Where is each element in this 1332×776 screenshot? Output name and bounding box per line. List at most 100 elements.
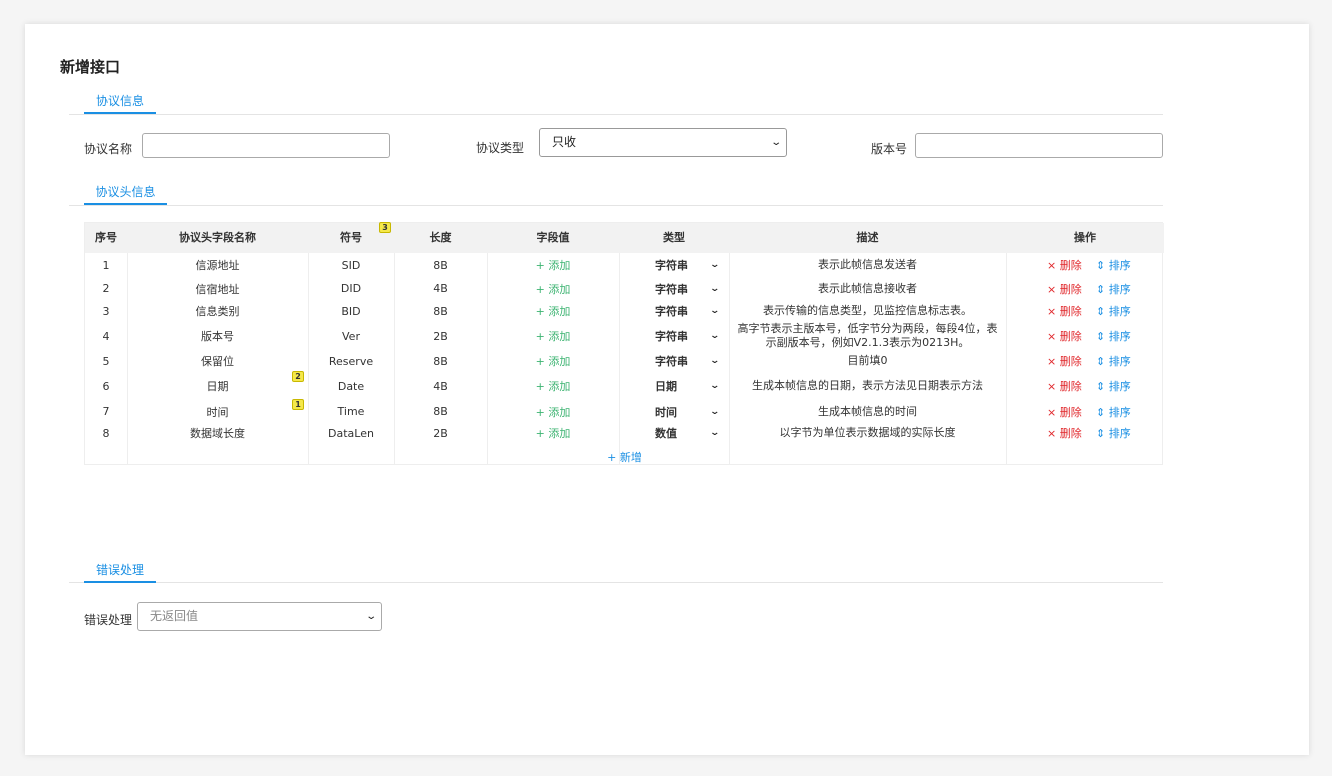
sort-row-link[interactable]: ⇕ 排序: [1096, 303, 1131, 319]
sort-row-link[interactable]: ⇕ 排序: [1096, 257, 1131, 273]
delete-row-link[interactable]: × 删除: [1047, 328, 1082, 344]
delete-row-link[interactable]: × 删除: [1047, 353, 1082, 369]
tab-protocol-info[interactable]: 协议信息: [84, 88, 156, 114]
type-value: 字符串: [655, 259, 688, 272]
field-length[interactable]: 8B: [394, 350, 487, 372]
marker-badge: 3: [379, 222, 391, 233]
field-name[interactable]: 信源地址: [127, 253, 308, 277]
field-name[interactable]: 数据域长度: [127, 423, 308, 443]
chevron-down-icon: ⌄: [709, 381, 721, 391]
field-length[interactable]: 8B: [394, 400, 487, 423]
type-select[interactable]: 字符串 ⌄: [619, 300, 729, 322]
table-row: 1 信源地址 SID 8B + 添加 字符串 ⌄ 表示此帧信息发送者 × 删除 ⇕ 排序: [85, 253, 1164, 277]
sort-row-link[interactable]: ⇕ 排序: [1096, 425, 1131, 441]
row-number: 7: [102, 405, 110, 418]
chevron-down-icon: ⌄: [709, 428, 721, 438]
add-row-button[interactable]: + 新增: [85, 449, 1164, 465]
field-symbol[interactable]: DID: [308, 277, 394, 300]
delete-row-link[interactable]: × 删除: [1047, 378, 1082, 394]
error-handling-select[interactable]: 无返回值 ⌄: [137, 602, 382, 631]
field-length[interactable]: 8B: [394, 253, 487, 277]
field-symbol[interactable]: Reserve: [308, 350, 394, 372]
table-row: 6 日期 Date 4B + 添加 日期 ⌄ 生成本帧信息的日期，表示方法见日期表示方法 × 删…: [85, 372, 1164, 400]
chevron-down-icon: ⌄: [709, 331, 721, 341]
marker-badge: 2: [292, 371, 304, 382]
sort-row-link[interactable]: ⇕ 排序: [1096, 281, 1131, 297]
version-input[interactable]: [915, 133, 1163, 158]
field-description[interactable]: 生成本帧信息的日期，表示方法见日期表示方法: [729, 372, 1006, 400]
col-header-desc: 描述: [856, 231, 879, 244]
col-header-value: 字段值: [536, 231, 570, 244]
type-select[interactable]: 时间 ⌄: [619, 400, 729, 423]
section-divider: [69, 205, 1163, 206]
table-header: 序号 协议头字段名称 符号 长度 字段值 类型 描述 操作: [85, 223, 1164, 253]
sort-row-link[interactable]: ⇕ 排序: [1096, 378, 1131, 394]
field-symbol[interactable]: Date: [308, 372, 394, 400]
field-symbol[interactable]: SID: [308, 253, 394, 277]
field-description[interactable]: 表示此帧信息接收者: [729, 277, 1006, 300]
field-length[interactable]: 8B: [394, 300, 487, 322]
type-value: 字符串: [655, 282, 688, 296]
field-description[interactable]: 高字节表示主版本号，低字节分为两段，每段4位，表示副版本号，例如V2.1.3表示…: [729, 322, 1006, 350]
type-value: 时间: [655, 405, 677, 419]
delete-row-link[interactable]: × 删除: [1047, 281, 1082, 297]
row-actions: × 删除 ⇕ 排序: [1006, 253, 1164, 277]
add-value-link[interactable]: + 添加: [487, 372, 619, 400]
field-length[interactable]: 2B: [394, 423, 487, 443]
field-symbol[interactable]: Ver: [308, 322, 394, 350]
chevron-down-icon: ⌄: [709, 260, 721, 270]
field-description[interactable]: 生成本帧信息的时间: [729, 400, 1006, 423]
sort-row-link[interactable]: ⇕ 排序: [1096, 328, 1131, 344]
type-select[interactable]: 字符串 ⌄: [619, 350, 729, 372]
field-length[interactable]: 2B: [394, 322, 487, 350]
row-actions: × 删除 ⇕ 排序: [1006, 372, 1164, 400]
protocol-name-input[interactable]: [142, 133, 390, 158]
protocol-type-select[interactable]: 只收 ⌄: [539, 128, 787, 157]
sort-row-link[interactable]: ⇕ 排序: [1096, 404, 1131, 420]
field-symbol[interactable]: Time: [308, 400, 394, 423]
add-value-link[interactable]: + 添加: [487, 277, 619, 300]
delete-row-link[interactable]: × 删除: [1047, 257, 1082, 273]
field-name[interactable]: 时间: [127, 400, 308, 423]
sort-row-link[interactable]: ⇕ 排序: [1096, 353, 1131, 369]
field-symbol[interactable]: DataLen: [308, 423, 394, 443]
table-row: 5 保留位 Reserve 8B + 添加 字符串 ⌄ 目前填0 × 删除 ⇕ 排序: [85, 350, 1164, 372]
col-header-name: 协议头字段名称: [179, 231, 256, 244]
delete-row-link[interactable]: × 删除: [1047, 404, 1082, 420]
field-name[interactable]: 版本号: [127, 322, 308, 350]
field-description[interactable]: 目前填0: [729, 350, 1006, 372]
type-select[interactable]: 数值 ⌄: [619, 423, 729, 443]
field-description[interactable]: 以字节为单位表示数据域的实际长度: [729, 423, 1006, 443]
field-length[interactable]: 4B: [394, 372, 487, 400]
field-name[interactable]: 信宿地址: [127, 277, 308, 300]
add-value-link[interactable]: + 添加: [487, 322, 619, 350]
field-name[interactable]: 保留位: [127, 350, 308, 372]
field-symbol[interactable]: BID: [308, 300, 394, 322]
chevron-down-icon: ⌄: [709, 283, 721, 294]
field-name[interactable]: 信息类别: [127, 300, 308, 322]
tab-protocol-header[interactable]: 协议头信息: [84, 179, 167, 205]
type-select[interactable]: 字符串 ⌄: [619, 253, 729, 277]
add-value-link[interactable]: + 添加: [487, 350, 619, 372]
add-value-link[interactable]: + 添加: [487, 253, 619, 277]
delete-row-link[interactable]: × 删除: [1047, 303, 1082, 319]
field-name[interactable]: 日期: [127, 372, 308, 400]
type-select[interactable]: 字符串 ⌄: [619, 322, 729, 350]
table-row: 8 数据域长度 DataLen 2B + 添加 数值 ⌄ 以字节为单位表示数据域的实际长度 × …: [85, 423, 1164, 443]
field-description[interactable]: 表示此帧信息发送者: [729, 253, 1006, 277]
add-value-link[interactable]: + 添加: [487, 400, 619, 423]
add-value-link[interactable]: + 添加: [487, 300, 619, 322]
field-description[interactable]: 表示传输的信息类型，见监控信息标志表。: [729, 300, 1006, 322]
type-select[interactable]: 字符串 ⌄: [619, 277, 729, 300]
chevron-down-icon: ⌄: [709, 356, 721, 366]
type-value: 字符串: [655, 330, 688, 343]
delete-row-link[interactable]: × 删除: [1047, 425, 1082, 441]
chevron-down-icon: ⌄: [364, 611, 377, 622]
tab-error-handling[interactable]: 错误处理: [84, 557, 156, 583]
row-number: 6: [102, 379, 110, 393]
type-select[interactable]: 日期 ⌄: [619, 372, 729, 400]
field-length[interactable]: 4B: [394, 277, 487, 300]
row-actions: × 删除 ⇕ 排序: [1006, 322, 1164, 350]
add-value-link[interactable]: + 添加: [487, 423, 619, 443]
col-header-no: 序号: [95, 231, 117, 244]
